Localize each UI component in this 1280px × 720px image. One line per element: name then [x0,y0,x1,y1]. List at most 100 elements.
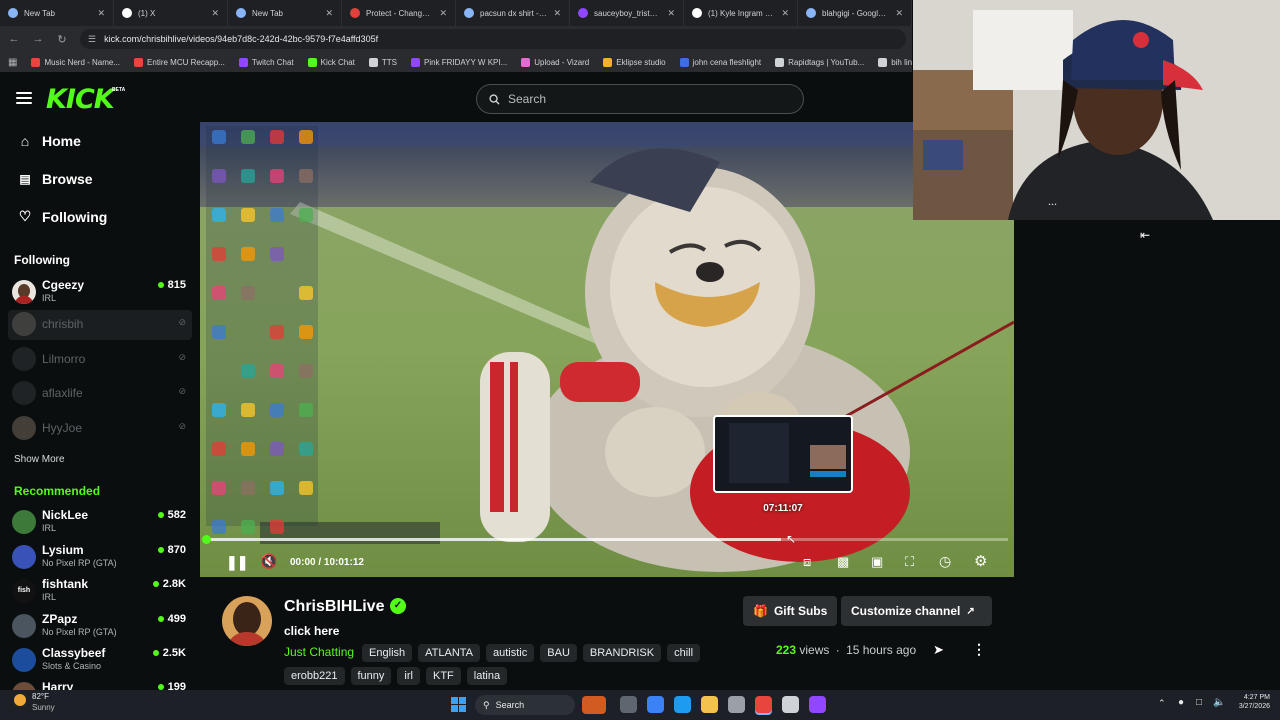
tag-chip[interactable]: funny [350,667,392,685]
bookmark-item[interactable]: Pink FRIDAYY W KPI... [410,57,507,67]
browser-tab[interactable]: (1) X ✕ [114,0,228,26]
browser-tab[interactable]: Protect - Changed M... ✕ [342,0,456,26]
close-tab-icon[interactable]: ✕ [781,8,789,19]
menu-icon[interactable] [16,92,32,104]
chrome-icon[interactable] [755,696,772,713]
bookmark-item[interactable]: Entire MCU Recapp... [134,57,225,67]
tag-chip[interactable]: BRANDRISK [582,644,662,662]
tag-chip[interactable]: KTF [425,667,461,685]
bookmark-item[interactable]: john cena fleshlight [679,57,761,67]
tray-chevron-icon[interactable]: ⌃ [1158,698,1166,709]
sidebar-item-following[interactable]: ♡ Following [18,208,108,225]
channel-name[interactable]: ChrisBIHLive [284,598,384,616]
apps-icon[interactable]: ▦ [8,57,17,68]
recommended-channel-lysium[interactable]: Lysium No Pixel RP (GTA) 870 [12,542,192,574]
volume-icon[interactable]: 🔈 [1213,697,1225,708]
share-icon[interactable]: ➤ [933,642,944,658]
close-tab-icon[interactable]: ✕ [325,8,333,19]
tag-chip[interactable]: latina [466,667,508,685]
gift-subs-button[interactable]: 🎁 Gift Subs [743,596,838,626]
close-tab-icon[interactable]: ✕ [895,8,903,19]
theater-mode-icon[interactable]: ▩ [837,554,849,570]
following-channel-chrisbih[interactable]: chrisbih ⊘ [12,309,192,341]
close-tab-icon[interactable]: ✕ [97,8,105,19]
bookmark-item[interactable]: Rapidtags | YouTub... [775,57,864,67]
forward-icon[interactable]: → [32,33,44,45]
bookmark-item[interactable]: Music Nerd - Name... [31,57,120,67]
following-channel-cgeezy[interactable]: Cgeezy IRL 815 [12,277,192,309]
recommended-channel-fishtank[interactable]: fish fishtank IRL 2.8K [12,576,192,608]
network-icon[interactable]: □ [1196,697,1202,708]
back-icon[interactable]: ← [8,33,20,45]
copilot-icon[interactable] [647,696,664,713]
show-more-link[interactable]: Show More [14,454,65,465]
bookmark-favicon-icon [878,57,888,67]
video-player[interactable]: 07:11:07 ↖ [200,122,1014,577]
speed-icon[interactable]: ◷ [939,553,951,570]
close-tab-icon[interactable]: ✕ [439,8,447,19]
kick-logo[interactable]: KICK [46,84,115,115]
clip-icon[interactable]: ⧈ [803,554,811,570]
seek-bar[interactable] [202,535,1008,544]
clock[interactable]: 4:27 PM 3/27/2026 [1232,694,1270,710]
settings-gear-icon[interactable]: ⚙ [974,552,987,570]
browser-tab[interactable]: (1) Kyle Ingram on X:... ✕ [684,0,798,26]
bookmark-item[interactable]: Upload - Vizard [521,57,589,67]
browser-tab[interactable]: blahgigi - Google Se... ✕ [798,0,912,26]
pip-icon[interactable]: ▣ [871,554,883,570]
obs-icon[interactable] [782,696,799,713]
file-explorer-icon[interactable] [701,696,718,713]
store-icon[interactable] [728,696,745,713]
edge-icon[interactable] [674,696,691,713]
tag-chip[interactable]: English [362,644,413,662]
mute-icon[interactable]: 🔇 [260,553,277,570]
bookmark-item[interactable]: Kick Chat [307,57,355,67]
fullscreen-icon[interactable]: ⛶ [905,554,914,570]
seek-handle[interactable] [202,535,211,544]
browser-tab[interactable]: New Tab ✕ [0,0,114,26]
following-channel-hyyjoe[interactable]: HyyJoe ⊘ [12,413,192,445]
browser-tab[interactable]: sauceyboy_tristan - T... ✕ [570,0,684,26]
bookmark-item[interactable]: bih links [878,57,912,67]
bookmark-label: Kick Chat [320,57,355,67]
close-tab-icon[interactable]: ✕ [667,8,675,19]
search-highlight-icon[interactable] [582,696,606,714]
collapse-chat-icon[interactable]: ⇤ [1140,228,1150,242]
close-tab-icon[interactable]: ✕ [553,8,561,19]
sidebar-item-home[interactable]: ⌂ Home [18,133,81,149]
tag-chip[interactable]: chill [667,644,701,662]
bookmark-item[interactable]: Eklipse studio [603,57,666,67]
recommended-channel-zpapz[interactable]: ZPapz No Pixel RP (GTA) 499 [12,611,192,643]
discord-icon[interactable] [809,696,826,713]
address-bar[interactable]: ☰ kick.com/chrisbihlive/videos/94eb7d8c-… [80,29,906,49]
channel-avatar[interactable] [222,596,272,646]
following-channel-aflaxlife[interactable]: aflaxlife ⊘ [12,378,192,410]
more-options-icon[interactable]: ⋮ [972,641,986,658]
tag-chip[interactable]: erobb221 [284,667,345,685]
tag-chip[interactable]: BAU [540,644,577,662]
close-tab-icon[interactable]: ✕ [211,8,219,19]
bookmark-item[interactable]: Twitch Chat [238,57,294,67]
microphone-icon[interactable]: ● [1178,697,1184,708]
search-input[interactable]: Search [476,84,804,114]
pause-icon[interactable]: ❚❚ [226,554,248,571]
browser-tab[interactable]: pacsun dx shirt - Goo... ✕ [456,0,570,26]
sidebar-item-browse[interactable]: ▤ Browse [18,171,92,187]
site-info-icon[interactable]: ☰ [88,34,96,45]
tag-chip[interactable]: irl [397,667,420,685]
bookmark-item[interactable]: TTS [368,57,397,67]
windows-start-icon[interactable] [451,697,467,713]
task-view-icon[interactable] [620,696,637,713]
category-link[interactable]: Just Chatting [284,645,354,659]
tag-chip[interactable]: ATLANTA [418,644,481,662]
recommended-channel-nicklee[interactable]: NickLee IRL 582 [12,507,192,539]
recommended-channel-classybeef[interactable]: Classybeef Slots & Casino 2.5K [12,645,192,677]
browser-tab[interactable]: New Tab ✕ [228,0,342,26]
taskbar-search[interactable]: ⚲ Search [475,695,575,715]
recommended-channel-harry[interactable]: Harry 199 [12,679,192,690]
tag-chip[interactable]: autistic [486,644,535,662]
google-icon [464,8,474,18]
customize-channel-button[interactable]: Customize channel ↗ [841,596,992,626]
following-channel-lilmorro[interactable]: Lilmorro ⊘ [12,344,192,376]
reload-icon[interactable]: ↻ [56,33,68,46]
